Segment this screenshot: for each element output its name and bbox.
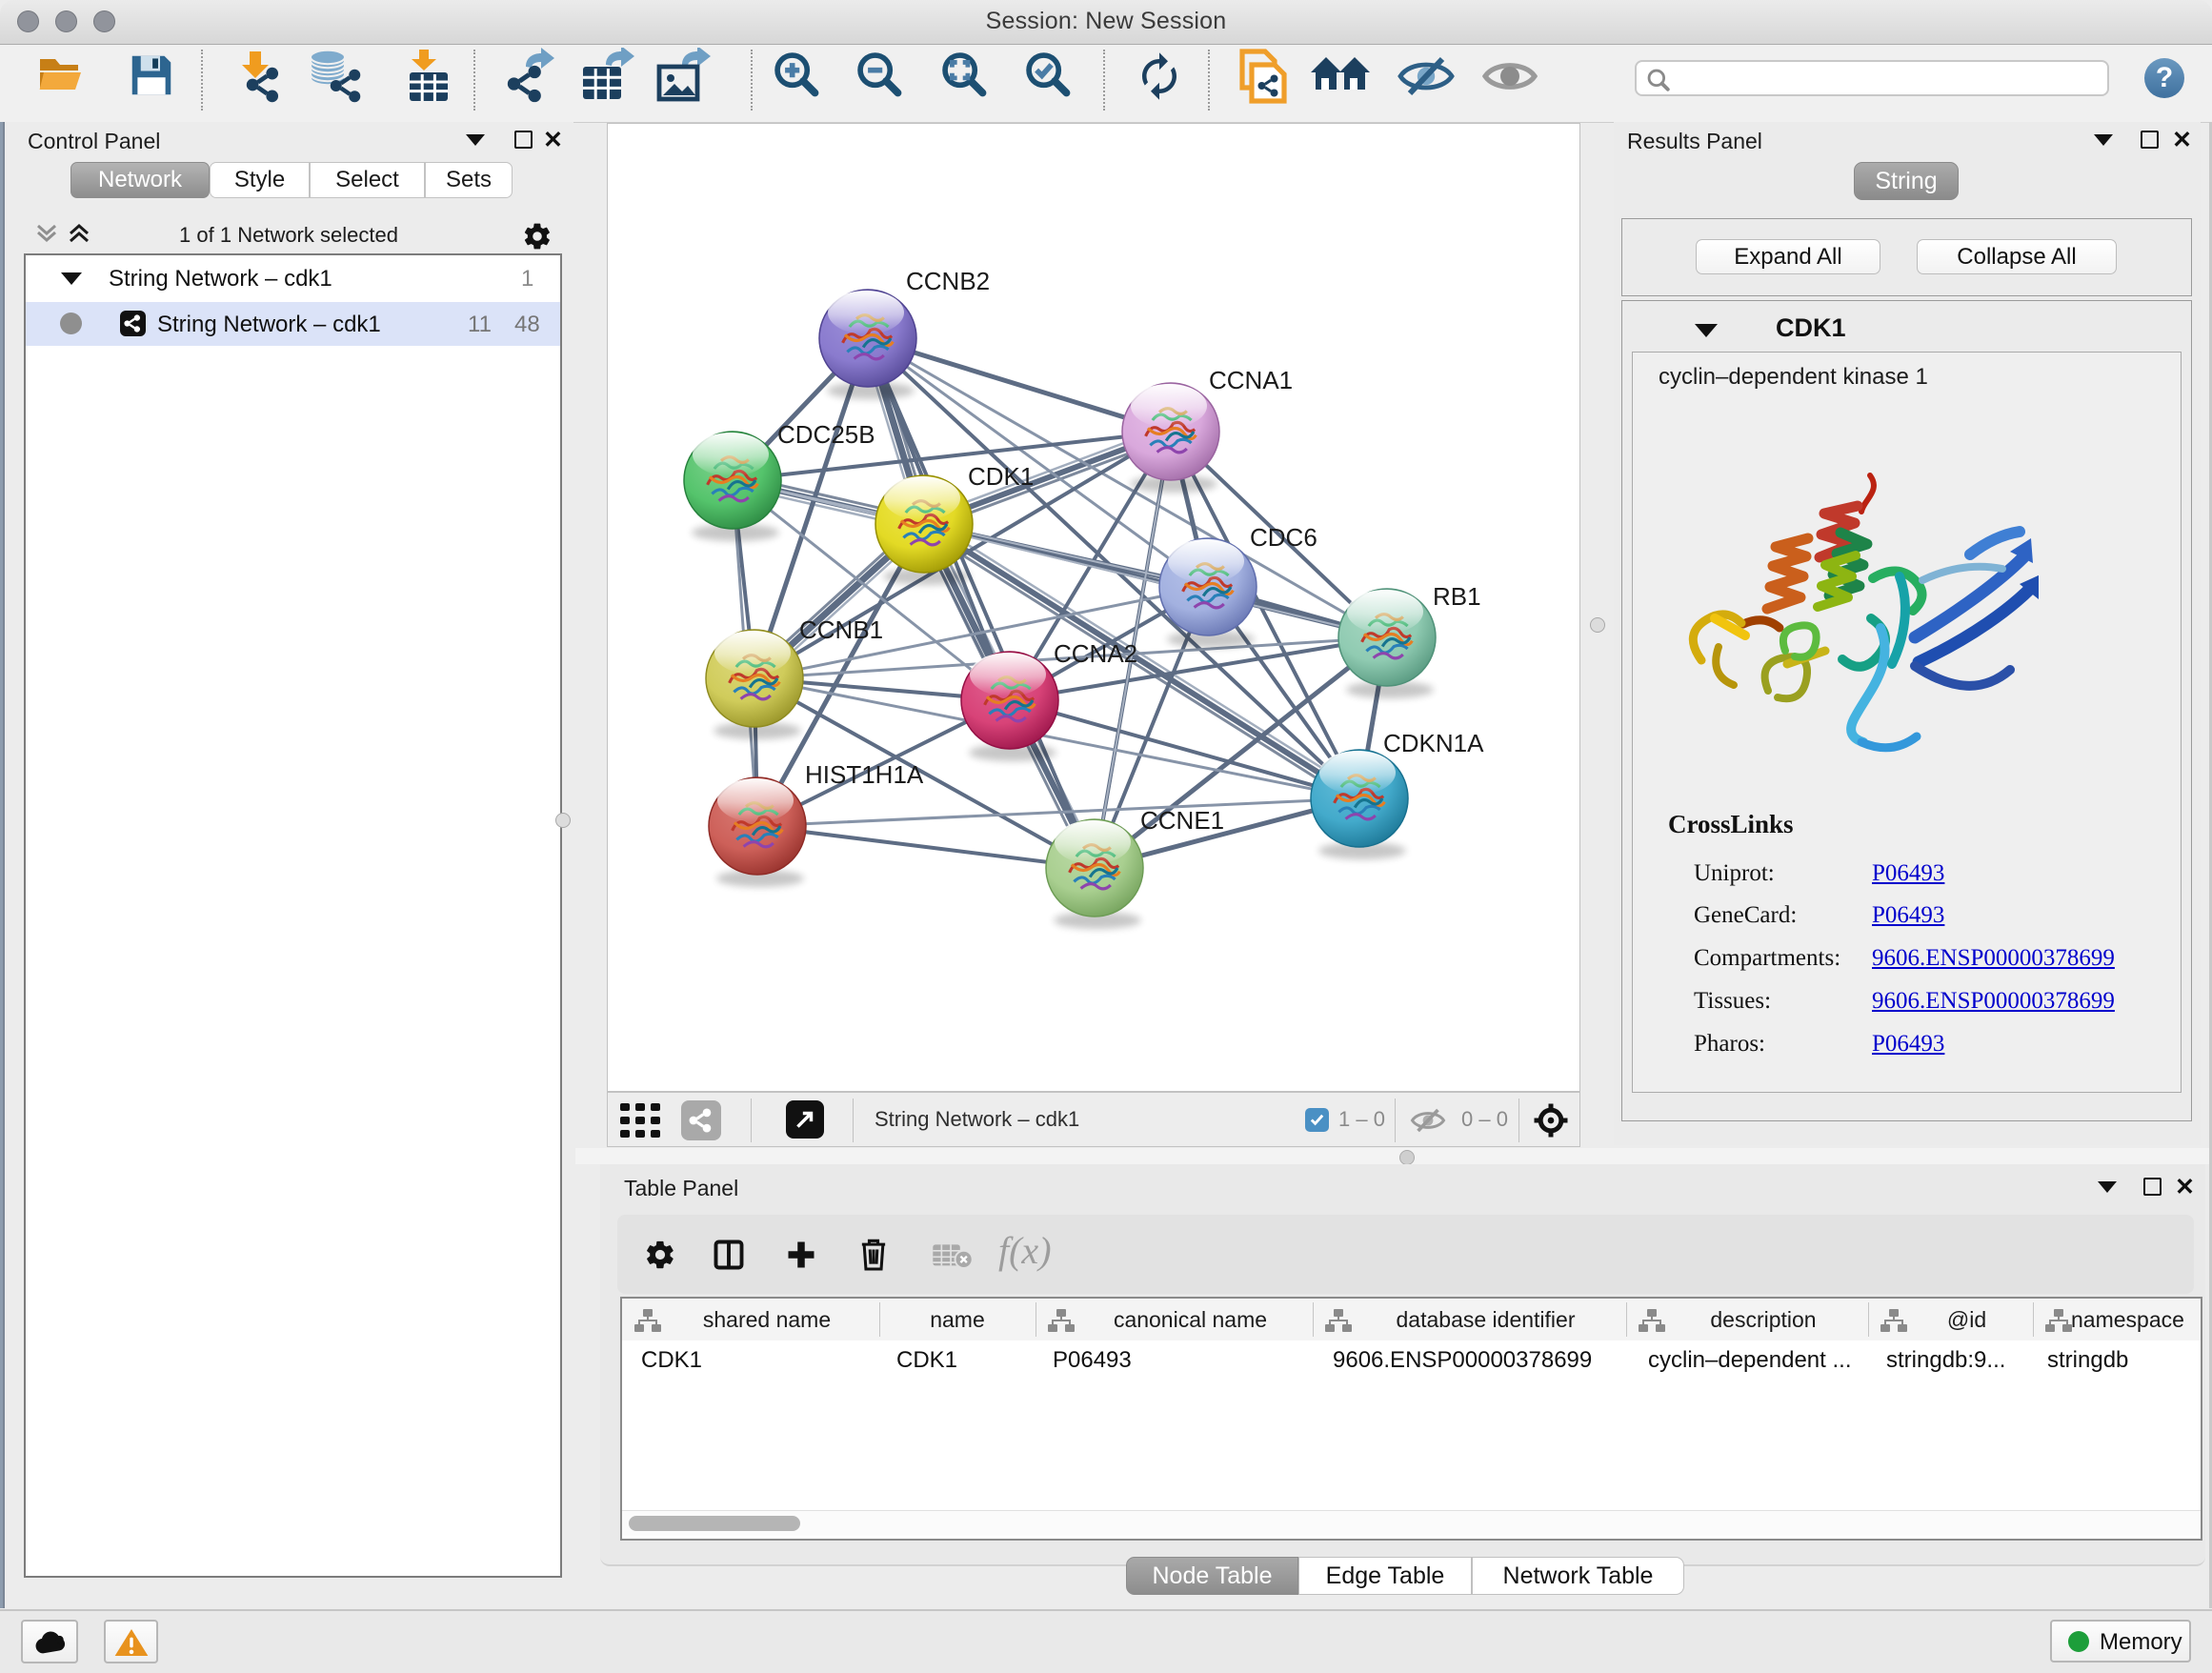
svg-text:CDC6: CDC6: [1250, 523, 1317, 552]
svg-text:HIST1H1A: HIST1H1A: [805, 760, 924, 789]
svg-text:CDK1: CDK1: [968, 462, 1034, 491]
svg-text:CCNB1: CCNB1: [799, 615, 883, 644]
svg-text:CDC25B: CDC25B: [777, 420, 875, 449]
svg-text:CCNA2: CCNA2: [1054, 639, 1137, 668]
svg-text:CCNA1: CCNA1: [1209, 366, 1293, 394]
svg-text:RB1: RB1: [1433, 582, 1481, 611]
svg-text:CCNB2: CCNB2: [906, 267, 990, 295]
svg-text:CCNE1: CCNE1: [1140, 806, 1224, 835]
svg-text:CDKN1A: CDKN1A: [1383, 729, 1484, 757]
